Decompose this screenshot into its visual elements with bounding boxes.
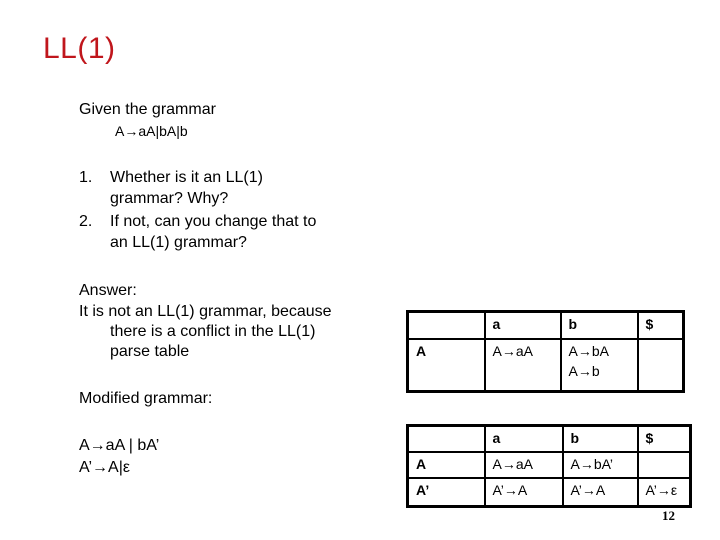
question-1-line2: grammar? Why? xyxy=(110,190,229,207)
answer-line-1: It is not an LL(1) grammar, because xyxy=(79,303,332,320)
table-cell: A→bA’ xyxy=(561,450,639,479)
table-header-row: a b $ xyxy=(406,310,685,340)
given-grammar: A→aA|bA|b xyxy=(115,123,188,139)
table-header-cell xyxy=(406,424,486,453)
given-label: Given the grammar xyxy=(79,101,216,118)
table-header-cell: b xyxy=(561,424,639,453)
table-cell xyxy=(636,337,685,393)
parse-table-modified: a b $ A A→aA A→bA’ A’ A’→A A’→A A’→ε xyxy=(406,424,692,508)
question-1: 1. Whether is it an LL(1) xyxy=(79,168,263,188)
modified-rule-1: A→aA | bA’ xyxy=(79,437,160,454)
question-2-line2: an LL(1) grammar? xyxy=(110,234,247,251)
production-entry: A→b xyxy=(568,362,600,379)
table-header-cell: $ xyxy=(636,310,685,340)
table-header-row: a b $ xyxy=(406,424,692,453)
slide-title: LL(1) xyxy=(43,32,116,65)
modified-grammar-label: Modified grammar: xyxy=(79,390,213,407)
table-cell xyxy=(636,450,692,479)
row-nonterminal: A xyxy=(406,450,486,479)
table-cell: A→aA xyxy=(483,337,562,393)
row-nonterminal: A xyxy=(406,337,486,393)
modified-rule-2: A’→A|ε xyxy=(79,459,130,476)
question-1-line1: Whether is it an LL(1) xyxy=(110,169,263,186)
table-cell: A’→A xyxy=(561,476,639,508)
page-number: 12 xyxy=(662,508,675,523)
table-cell: A’→ε xyxy=(636,476,692,508)
table-cell: A→aA xyxy=(483,450,564,479)
answer-line-2: there is a conflict in the LL(1) xyxy=(110,323,316,340)
answer-label: Answer: xyxy=(79,282,137,299)
table-header-cell: $ xyxy=(636,424,692,453)
question-2-line1: If not, can you change that to xyxy=(110,213,317,230)
table-header-cell xyxy=(406,310,486,340)
question-1-number: 1. xyxy=(79,169,93,186)
answer-line-3: parse table xyxy=(110,343,190,360)
table-row: A A→aA A→bA’ xyxy=(406,450,692,479)
table-header-cell: a xyxy=(483,424,564,453)
production-entry: A→bA xyxy=(568,342,609,359)
parse-table-original: a b $ A A→aA A→bA A→b xyxy=(406,310,685,393)
table-header-cell: b xyxy=(559,310,639,340)
question-2-number: 2. xyxy=(79,213,93,230)
table-cell-conflict: A→bA A→b xyxy=(559,337,639,393)
table-row: A’ A’→A A’→A A’→ε xyxy=(406,476,692,508)
question-2: 2. If not, can you change that to xyxy=(79,212,316,232)
table-row: A A→aA A→bA A→b xyxy=(406,337,685,393)
row-nonterminal: A’ xyxy=(406,476,486,508)
table-header-cell: a xyxy=(483,310,562,340)
table-cell: A’→A xyxy=(483,476,564,508)
